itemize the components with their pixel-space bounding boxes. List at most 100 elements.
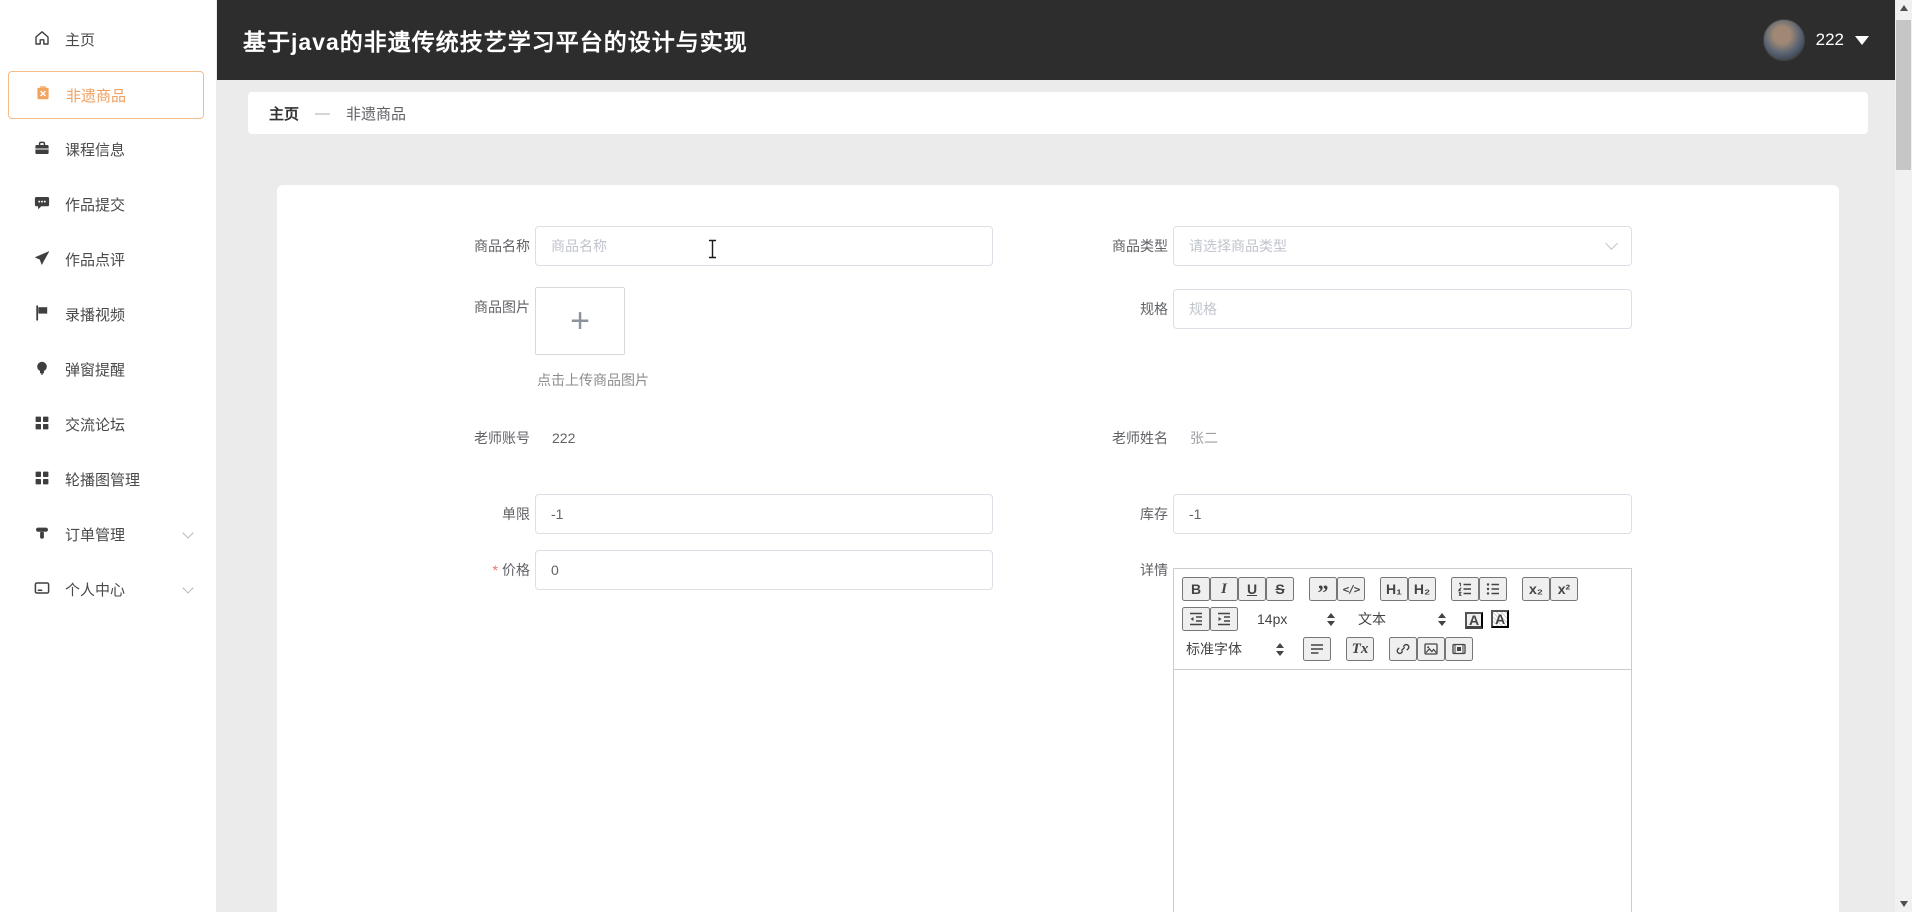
blockquote-button[interactable]: ” xyxy=(1309,577,1337,601)
updown-icon xyxy=(1438,613,1446,626)
sidebar-item-work-submit[interactable]: 作品提交 xyxy=(0,177,216,232)
stock-input[interactable] xyxy=(1173,494,1632,534)
align-button[interactable] xyxy=(1303,637,1331,661)
underline-button[interactable]: U xyxy=(1238,577,1266,601)
spec-input[interactable] xyxy=(1173,289,1632,329)
font-size-picker[interactable]: 14px xyxy=(1253,607,1339,631)
bullet-list-button[interactable] xyxy=(1479,577,1507,601)
sidebar-item-video[interactable]: 录播视频 xyxy=(0,287,216,342)
sidebar-item-orders[interactable]: 订单管理 xyxy=(0,507,216,562)
text-color-button[interactable]: A xyxy=(1465,612,1483,629)
sidebar-item-label: 交流论坛 xyxy=(65,414,216,435)
detail-rich-text-editor: B I U S ” </> H₁ H₂ xyxy=(1173,568,1632,912)
user-menu[interactable]: 222 xyxy=(1763,19,1869,61)
product-type-select[interactable]: 请选择商品类型 xyxy=(1173,226,1632,266)
indent-button[interactable] xyxy=(1210,607,1238,631)
sidebar-item-work-review[interactable]: 作品点评 xyxy=(0,232,216,287)
app-window: 主页 非遗商品 课程信息 作品提交 作品点评 录播视频 弹窗提醒 xyxy=(0,0,1912,912)
grid-icon xyxy=(33,414,51,436)
teacher-account-value: 222 xyxy=(552,428,575,448)
sidebar-item-popup-reminder[interactable]: 弹窗提醒 xyxy=(0,342,216,397)
sidebar-item-label: 弹窗提醒 xyxy=(65,359,216,380)
product-type-placeholder: 请选择商品类型 xyxy=(1189,236,1607,256)
send-icon xyxy=(33,249,51,271)
product-name-label: 商品名称 xyxy=(390,226,530,266)
sidebar-item-label: 订单管理 xyxy=(65,524,170,545)
user-name: 222 xyxy=(1816,30,1844,50)
page-title: 基于java的非遗传统技艺学习平台的设计与实现 xyxy=(243,23,748,57)
header-2-button[interactable]: H₂ xyxy=(1408,577,1436,601)
header-picker-value: 文本 xyxy=(1358,609,1386,629)
breadcrumb-separator: — xyxy=(315,105,330,122)
teacher-account-label: 老师账号 xyxy=(390,428,530,448)
sidebar-item-label: 作品提交 xyxy=(65,194,216,215)
sidebar-item-label: 个人中心 xyxy=(65,579,170,600)
sidebar-item-label: 非遗商品 xyxy=(66,85,203,106)
limit-label: 单限 xyxy=(390,494,530,534)
background-color-button[interactable]: A xyxy=(1491,610,1509,628)
sidebar-item-home[interactable]: 主页 xyxy=(0,12,216,67)
detail-label: 详情 xyxy=(1028,550,1168,590)
updown-icon xyxy=(1276,643,1284,656)
superscript-button[interactable]: x² xyxy=(1550,577,1578,601)
link-button[interactable] xyxy=(1389,637,1417,661)
sidebar-item-forum[interactable]: 交流论坛 xyxy=(0,397,216,452)
sidebar-item-heritage-products[interactable]: 非遗商品 xyxy=(8,71,204,119)
sidebar-item-label: 作品点评 xyxy=(65,249,216,270)
home-icon xyxy=(33,29,51,51)
teacher-name-label: 老师姓名 xyxy=(1028,428,1168,448)
code-block-button[interactable]: </> xyxy=(1337,577,1365,601)
sidebar-item-label: 课程信息 xyxy=(65,139,216,160)
video-button[interactable] xyxy=(1445,637,1473,661)
scrollbar-up-arrow[interactable] xyxy=(1895,0,1912,16)
filter-icon xyxy=(33,524,51,546)
sidebar-item-label: 主页 xyxy=(65,29,216,50)
briefcase-icon xyxy=(33,139,51,161)
limit-input[interactable] xyxy=(535,494,993,534)
upload-hint: 点击上传商品图片 xyxy=(537,370,649,390)
top-header: 基于java的非遗传统技艺学习平台的设计与实现 222 xyxy=(217,0,1895,80)
chat-icon xyxy=(33,194,51,216)
image-button[interactable] xyxy=(1417,637,1445,661)
font-size-value: 14px xyxy=(1257,611,1287,627)
outdent-button[interactable] xyxy=(1182,607,1210,631)
sidebar-item-carousel[interactable]: 轮播图管理 xyxy=(0,452,216,507)
header-1-button[interactable]: H₁ xyxy=(1380,577,1408,601)
italic-button[interactable]: I xyxy=(1210,577,1238,601)
clipboard-icon xyxy=(34,84,52,106)
sidebar-item-label: 轮播图管理 xyxy=(65,469,216,490)
header-picker[interactable]: 文本 xyxy=(1354,607,1450,631)
font-family-value: 标准字体 xyxy=(1186,639,1242,659)
sidebar: 主页 非遗商品 课程信息 作品提交 作品点评 录播视频 弹窗提醒 xyxy=(0,0,217,912)
scrollbar-down-arrow[interactable] xyxy=(1895,896,1912,912)
strikethrough-button[interactable]: S xyxy=(1266,577,1294,601)
font-family-picker[interactable]: 标准字体 xyxy=(1182,637,1288,661)
sidebar-item-course-info[interactable]: 课程信息 xyxy=(0,122,216,177)
bold-button[interactable]: B xyxy=(1182,577,1210,601)
ordered-list-button[interactable] xyxy=(1451,577,1479,601)
user-avatar[interactable] xyxy=(1763,19,1805,61)
scrollbar-thumb[interactable] xyxy=(1896,20,1911,170)
plus-icon: + xyxy=(570,304,590,338)
sidebar-item-profile[interactable]: 个人中心 xyxy=(0,562,216,617)
product-name-input[interactable] xyxy=(535,226,993,266)
chevron-down-icon xyxy=(182,527,193,538)
breadcrumb-home[interactable]: 主页 xyxy=(269,103,299,124)
price-input[interactable] xyxy=(535,550,993,590)
vertical-scrollbar[interactable] xyxy=(1895,0,1912,912)
clean-format-button[interactable]: Tx xyxy=(1346,637,1374,661)
price-label: *价格 xyxy=(390,550,530,590)
spec-label: 规格 xyxy=(1028,289,1168,329)
breadcrumb-current: 非遗商品 xyxy=(346,103,406,124)
subscript-button[interactable]: x₂ xyxy=(1522,577,1550,601)
editor-body[interactable] xyxy=(1173,670,1632,912)
user-dropdown-icon[interactable] xyxy=(1855,36,1869,45)
product-image-upload[interactable]: + xyxy=(535,287,625,355)
bulb-icon xyxy=(33,359,51,381)
chevron-down-icon xyxy=(1605,237,1618,250)
required-asterisk: * xyxy=(493,562,498,578)
sidebar-item-label: 录播视频 xyxy=(65,304,216,325)
teacher-name-value: 张二 xyxy=(1190,428,1218,448)
chevron-down-icon xyxy=(182,582,193,593)
card-icon xyxy=(33,579,51,601)
